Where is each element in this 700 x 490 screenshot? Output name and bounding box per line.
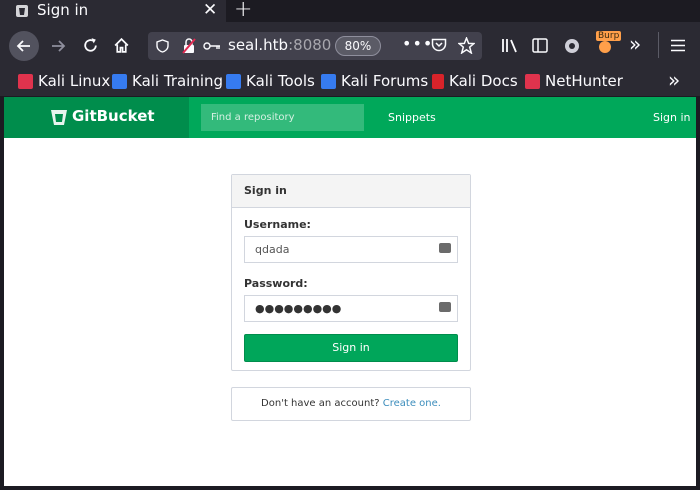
bookmark-label: Kali Forums (341, 72, 429, 90)
password-manager-icon[interactable] (439, 243, 451, 253)
gitbucket-logo-icon (51, 110, 67, 125)
hamburger-menu-icon[interactable] (671, 39, 685, 52)
url-bar[interactable]: seal.htb:8080 80% ••• (148, 32, 482, 60)
forward-arrow-icon[interactable] (50, 38, 66, 54)
url-port: :8080 (288, 36, 332, 54)
kali-forums-icon (321, 73, 336, 89)
url-host: seal.htb (228, 36, 289, 54)
bookmark-label: Kali Tools (246, 72, 315, 90)
home-icon[interactable] (113, 37, 130, 54)
burp-extension-icon[interactable] (597, 39, 613, 53)
kali-linux-icon (18, 73, 33, 89)
burp-badge: Burp (596, 31, 622, 41)
bookmark-kali-linux[interactable]: Kali Linux (18, 72, 110, 90)
pocket-icon[interactable] (431, 38, 447, 53)
bookmark-kali-forums[interactable]: Kali Forums (321, 72, 428, 90)
gitbucket-favicon-icon (16, 5, 28, 17)
create-account-link[interactable]: Create one. (383, 398, 441, 409)
create-account-panel: Don't have an account? Create one. (231, 387, 471, 421)
tab-strip: Sign in ✕ + (0, 0, 700, 22)
navigation-toolbar: seal.htb:8080 80% ••• Burp » (0, 22, 700, 68)
bookmark-kali-training[interactable]: Kali Training (112, 72, 223, 90)
zoom-level-badge[interactable]: 80% (335, 36, 381, 56)
bookmarks-toolbar: Kali Linux Kali Training Kali Tools Kali… (0, 68, 700, 96)
gitbucket-brand-name: GitBucket (72, 107, 155, 125)
bookmark-nethunter[interactable]: NetHunter (525, 72, 623, 90)
password-value: ●●●●●●●●● (255, 302, 342, 315)
kali-docs-icon (432, 73, 444, 89)
extension-record-icon[interactable] (564, 38, 580, 54)
header-signin-link[interactable]: Sign in (653, 111, 691, 124)
gitbucket-brand[interactable]: GitBucket (4, 97, 189, 138)
new-tab-icon[interactable]: + (234, 0, 252, 22)
overflow-chevron-icon[interactable]: » (629, 34, 641, 54)
bookmark-kali-docs[interactable]: Kali Docs (432, 72, 518, 90)
tab-close-icon[interactable]: ✕ (203, 0, 217, 20)
reload-icon[interactable] (82, 37, 99, 54)
toolbar-divider (658, 32, 659, 58)
username-label: Username: (244, 218, 311, 231)
kali-training-icon (112, 73, 127, 89)
bookmarks-overflow-icon[interactable]: » (668, 70, 680, 90)
snippets-link[interactable]: Snippets (388, 111, 436, 124)
back-button[interactable] (9, 31, 39, 61)
tab-title: Sign in (37, 1, 89, 19)
username-value: qdada (255, 243, 290, 256)
window-edge (696, 97, 700, 490)
gitbucket-header: GitBucket Snippets Sign in (4, 97, 696, 138)
no-account-text: Don't have an account? (261, 398, 380, 409)
page-viewport: GitBucket Snippets Sign in Sign in Usern… (4, 97, 696, 486)
kali-tools-icon (226, 73, 241, 89)
bookmark-label: Kali Training (132, 72, 224, 90)
signin-submit-button[interactable]: Sign in (244, 334, 458, 362)
password-label: Password: (244, 277, 308, 290)
username-field[interactable]: qdada (244, 236, 458, 263)
bookmark-star-icon[interactable] (458, 37, 475, 54)
tracking-shield-icon[interactable] (156, 39, 169, 53)
bookmark-label: NetHunter (545, 72, 623, 90)
signin-panel: Sign in Username: qdada Password: ●●●●●●… (231, 174, 471, 371)
insecure-lock-icon[interactable] (182, 38, 196, 54)
library-icon[interactable] (501, 38, 519, 53)
bookmark-kali-tools[interactable]: Kali Tools (226, 72, 315, 90)
signin-heading: Sign in (232, 175, 470, 208)
tab-active[interactable]: Sign in ✕ (0, 0, 226, 22)
sidebar-icon[interactable] (532, 38, 548, 53)
back-arrow-icon (16, 40, 30, 52)
url-text[interactable]: seal.htb:8080 (228, 36, 331, 54)
nethunter-icon (525, 73, 540, 89)
bookmark-label: Kali Docs (449, 72, 518, 90)
password-field[interactable]: ●●●●●●●●● (244, 295, 458, 322)
password-manager-icon[interactable] (439, 302, 451, 312)
bookmark-label: Kali Linux (38, 72, 111, 90)
key-permission-icon[interactable] (203, 41, 221, 51)
page-actions-icon[interactable]: ••• (402, 34, 433, 53)
repository-search-input[interactable] (201, 104, 364, 131)
